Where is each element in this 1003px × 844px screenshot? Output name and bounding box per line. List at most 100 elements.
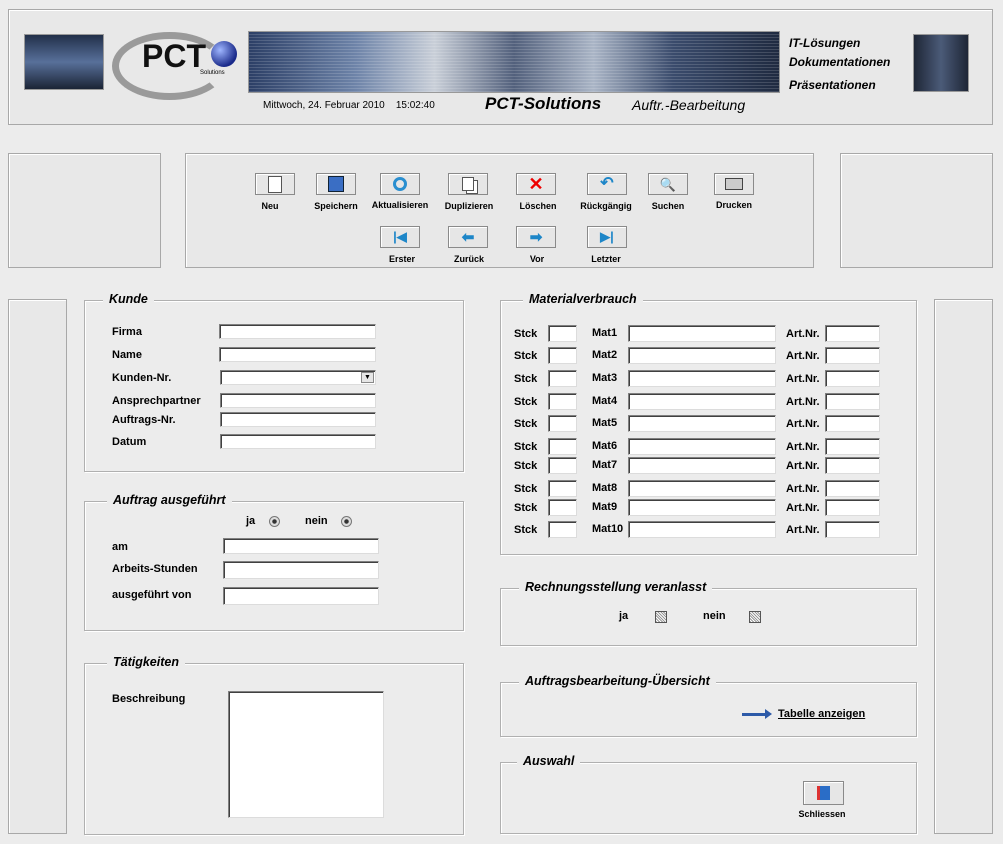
delete-x-icon: ✕ bbox=[528, 174, 544, 194]
print-button[interactable] bbox=[714, 173, 754, 195]
mat-label: Mat5 bbox=[592, 417, 618, 429]
left-side-panel bbox=[8, 299, 67, 834]
duplicate-button[interactable] bbox=[448, 173, 488, 195]
artnr-input[interactable] bbox=[825, 347, 880, 364]
next-label: Vor bbox=[529, 254, 545, 264]
mat-input[interactable] bbox=[628, 438, 776, 455]
artnr-label: Art.Nr. bbox=[786, 328, 820, 340]
arrow-right-icon: ➡ bbox=[529, 229, 543, 246]
auftrag-ja-label: ja bbox=[246, 515, 256, 527]
rechnung-title: Rechnungsstellung veranlasst bbox=[519, 580, 713, 594]
dropdown-button[interactable]: ▼ bbox=[361, 372, 374, 383]
artnr-input[interactable] bbox=[825, 521, 880, 538]
firma-input[interactable] bbox=[219, 324, 376, 339]
stck-input[interactable] bbox=[548, 370, 577, 387]
mat-input[interactable] bbox=[628, 457, 776, 474]
copy-icon bbox=[462, 177, 474, 191]
mat-input[interactable] bbox=[628, 370, 776, 387]
mat-input[interactable] bbox=[628, 393, 776, 410]
datum-label: Datum bbox=[112, 436, 147, 448]
mat-input[interactable] bbox=[628, 480, 776, 497]
mat-input[interactable] bbox=[628, 325, 776, 342]
stck-input[interactable] bbox=[548, 393, 577, 410]
mat-label: Mat7 bbox=[592, 459, 618, 471]
artnr-label: Art.Nr. bbox=[786, 483, 820, 495]
service-it: IT-Lösungen bbox=[789, 36, 861, 50]
stck-input[interactable] bbox=[548, 480, 577, 497]
mat-label: Mat8 bbox=[592, 482, 618, 494]
stck-input[interactable] bbox=[548, 347, 577, 364]
stck-input[interactable] bbox=[548, 499, 577, 516]
first-button[interactable]: |◀ bbox=[380, 226, 420, 248]
service-docs: Dokumentationen bbox=[789, 55, 891, 69]
refresh-button[interactable] bbox=[380, 173, 420, 195]
name-label: Name bbox=[112, 349, 142, 361]
auftrag-ja-radio[interactable] bbox=[269, 516, 280, 527]
mat-input[interactable] bbox=[628, 521, 776, 538]
artnr-input[interactable] bbox=[825, 499, 880, 516]
first-record-icon: |◀ bbox=[393, 229, 407, 244]
material-title: Materialverbrauch bbox=[523, 292, 643, 306]
artnr-input[interactable] bbox=[825, 480, 880, 497]
artnr-input[interactable] bbox=[825, 370, 880, 387]
rechnung-nein-checkbox[interactable] bbox=[749, 611, 761, 623]
kunde-title: Kunde bbox=[103, 292, 154, 306]
service-pres: Präsentationen bbox=[789, 78, 876, 92]
logo-text: PCT bbox=[142, 38, 206, 74]
stck-input[interactable] bbox=[548, 521, 577, 538]
auftrag-nein-label: nein bbox=[305, 515, 328, 527]
artnr-input[interactable] bbox=[825, 438, 880, 455]
binoculars-icon: 🔍 bbox=[659, 176, 677, 192]
back-button[interactable]: ⬅ bbox=[448, 226, 488, 248]
artnr-input[interactable] bbox=[825, 325, 880, 342]
mat-label: Mat6 bbox=[592, 440, 618, 452]
monitor-image-left bbox=[24, 34, 104, 90]
new-button[interactable] bbox=[255, 173, 295, 195]
header-brand: PCT-Solutions bbox=[485, 94, 602, 113]
stck-input[interactable] bbox=[548, 438, 577, 455]
save-button[interactable] bbox=[316, 173, 356, 195]
last-button[interactable]: ▶| bbox=[587, 226, 627, 248]
banner-image bbox=[248, 31, 780, 93]
stunden-input[interactable] bbox=[223, 561, 379, 579]
ausgefuehrt-von-input[interactable] bbox=[223, 587, 379, 605]
undo-button[interactable]: ↶ bbox=[587, 173, 627, 195]
close-button[interactable] bbox=[803, 781, 844, 805]
logo-subtext: Solutions bbox=[200, 70, 225, 76]
ansprechpartner-input[interactable] bbox=[220, 393, 376, 408]
beschreibung-textarea[interactable] bbox=[228, 691, 384, 818]
close-label: Schliessen bbox=[798, 809, 846, 819]
artnr-label: Art.Nr. bbox=[786, 502, 820, 514]
artnr-label: Art.Nr. bbox=[786, 373, 820, 385]
mat-input[interactable] bbox=[628, 415, 776, 432]
tabelle-anzeigen-link[interactable]: Tabelle anzeigen bbox=[778, 708, 865, 720]
firma-label: Firma bbox=[112, 326, 142, 338]
undo-icon: ↶ bbox=[600, 175, 614, 192]
stck-input[interactable] bbox=[548, 457, 577, 474]
auftrag-nein-radio[interactable] bbox=[341, 516, 352, 527]
mat-label: Mat2 bbox=[592, 349, 618, 361]
stck-label: Stck bbox=[514, 502, 538, 514]
mat-input[interactable] bbox=[628, 499, 776, 516]
delete-button[interactable]: ✕ bbox=[516, 173, 556, 195]
kunden-nr-select[interactable]: ▼ bbox=[220, 370, 376, 385]
mat-input[interactable] bbox=[628, 347, 776, 364]
right-top-panel bbox=[840, 153, 993, 268]
uebersicht-title: Auftragsbearbeitung-Übersicht bbox=[519, 674, 716, 688]
auswahl-group: Auswahl bbox=[500, 754, 917, 834]
stck-label: Stck bbox=[514, 483, 538, 495]
last-record-icon: ▶| bbox=[600, 229, 614, 244]
auftrags-nr-input[interactable] bbox=[220, 412, 376, 427]
stck-input[interactable] bbox=[548, 415, 577, 432]
artnr-input[interactable] bbox=[825, 457, 880, 474]
name-input[interactable] bbox=[219, 347, 376, 362]
stck-input[interactable] bbox=[548, 325, 577, 342]
search-button[interactable]: 🔍 bbox=[648, 173, 688, 195]
artnr-input[interactable] bbox=[825, 393, 880, 410]
artnr-input[interactable] bbox=[825, 415, 880, 432]
am-input[interactable] bbox=[223, 538, 379, 554]
stck-label: Stck bbox=[514, 441, 538, 453]
rechnung-ja-checkbox[interactable] bbox=[655, 611, 667, 623]
next-button[interactable]: ➡ bbox=[516, 226, 556, 248]
datum-input[interactable] bbox=[220, 434, 376, 449]
